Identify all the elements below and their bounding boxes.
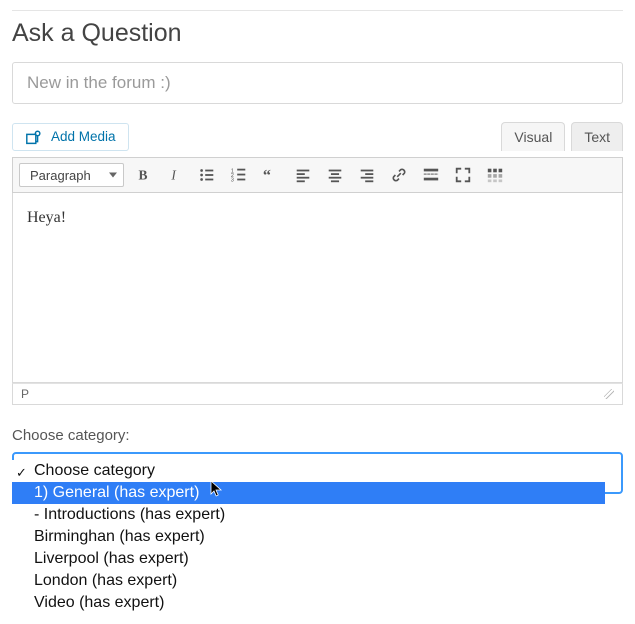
question-title-input[interactable]	[12, 62, 623, 104]
italic-button[interactable]: I	[162, 162, 188, 188]
blockquote-button[interactable]: “	[258, 162, 284, 188]
category-option[interactable]: 1) General (has expert)	[12, 482, 605, 504]
media-icon	[25, 129, 43, 145]
tab-visual[interactable]: Visual	[501, 122, 565, 151]
editor-mode-tabs: Visual Text	[501, 122, 623, 151]
category-option[interactable]: - Introductions (has expert)	[12, 504, 605, 526]
editor-statusbar: P	[12, 383, 623, 405]
format-select-label: Paragraph	[30, 168, 91, 183]
align-center-button[interactable]	[322, 162, 348, 188]
numbered-list-button[interactable]: 123	[226, 162, 252, 188]
tab-text[interactable]: Text	[571, 122, 623, 151]
bold-button[interactable]: B	[130, 162, 156, 188]
align-left-button[interactable]	[290, 162, 316, 188]
category-option-placeholder[interactable]: Choose category	[12, 460, 605, 482]
category-dropdown-list: Choose category 1) General (has expert) …	[12, 460, 605, 614]
category-label: Choose category:	[12, 427, 623, 444]
toolbar-toggle-button[interactable]	[482, 162, 508, 188]
bulleted-list-button[interactable]	[194, 162, 220, 188]
svg-text:3: 3	[231, 177, 234, 183]
read-more-button[interactable]	[418, 162, 444, 188]
add-media-label: Add Media	[51, 129, 116, 144]
category-option[interactable]: Birminghan (has expert)	[12, 526, 605, 548]
editor-path: P	[21, 387, 29, 401]
link-button[interactable]	[386, 162, 412, 188]
page-title: Ask a Question	[12, 19, 623, 48]
editor-content-text: Heya!	[27, 209, 66, 226]
category-option[interactable]: Video (has expert)	[12, 592, 605, 614]
top-divider	[12, 10, 623, 11]
category-option[interactable]: Liverpool (has expert)	[12, 548, 605, 570]
resize-handle[interactable]	[604, 389, 614, 399]
editor-content-area[interactable]: Heya!	[12, 193, 623, 383]
fullscreen-button[interactable]	[450, 162, 476, 188]
svg-text:“: “	[263, 166, 271, 184]
svg-text:B: B	[139, 168, 148, 183]
add-media-button[interactable]: Add Media	[12, 123, 129, 151]
align-right-button[interactable]	[354, 162, 380, 188]
format-select[interactable]: Paragraph	[19, 163, 124, 187]
category-option[interactable]: London (has expert)	[12, 570, 605, 592]
svg-text:I: I	[170, 168, 177, 183]
editor-toolbar: Paragraph B I 123 “	[12, 157, 623, 193]
